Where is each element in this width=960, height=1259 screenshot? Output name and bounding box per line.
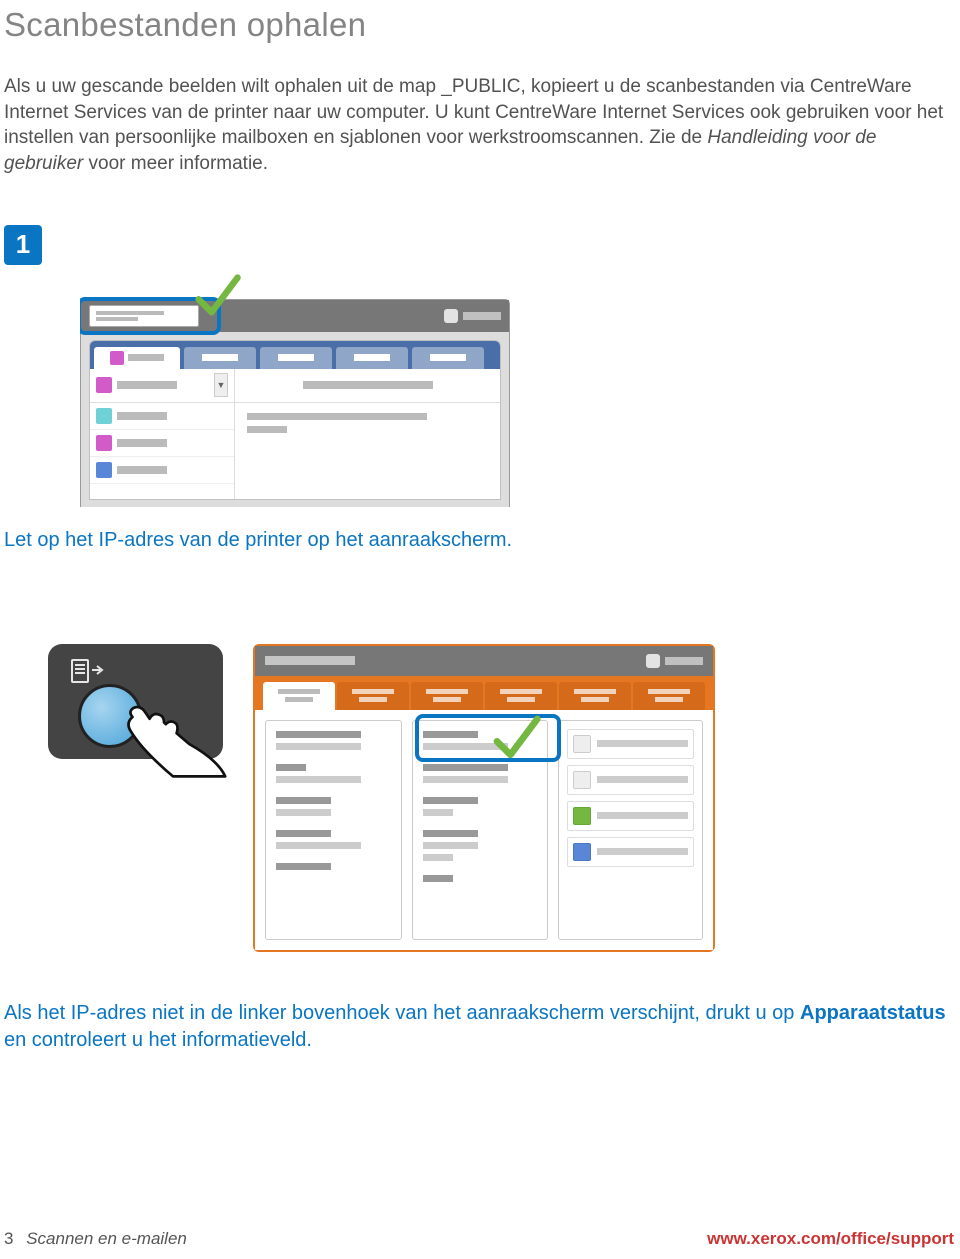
user-indicator bbox=[444, 309, 501, 323]
content-area bbox=[235, 403, 500, 500]
info-panel-left bbox=[265, 720, 402, 940]
user-icon bbox=[444, 309, 458, 323]
image-icon bbox=[573, 843, 591, 861]
step-1-caption: Let op het IP-adres van de printer op he… bbox=[0, 507, 960, 554]
user-indicator bbox=[646, 654, 703, 668]
info-icon bbox=[573, 771, 591, 789]
tab bbox=[336, 347, 408, 369]
checkmark-icon bbox=[190, 269, 244, 323]
tab bbox=[337, 682, 409, 710]
sidebar-list bbox=[90, 403, 235, 500]
list-icon bbox=[573, 735, 591, 753]
option-row bbox=[567, 801, 694, 831]
footer-doc-title: Scannen en e-mailen bbox=[26, 1229, 187, 1248]
tab bbox=[184, 347, 256, 369]
chevron-down-icon: ▼ bbox=[214, 373, 228, 397]
option-row bbox=[567, 765, 694, 795]
checkmark-icon bbox=[488, 710, 544, 766]
page-number: 3 bbox=[4, 1229, 13, 1248]
hand-pointing-icon bbox=[118, 690, 228, 780]
tab-active bbox=[94, 347, 180, 369]
user-label bbox=[665, 657, 703, 665]
touchscreen-illustration-2 bbox=[253, 644, 715, 952]
page-footer: 3 Scannen en e-mailen www.xerox.com/offi… bbox=[0, 1229, 960, 1249]
download-icon bbox=[573, 807, 591, 825]
caption-2-bold: Apparaatstatus bbox=[800, 1002, 946, 1024]
hardware-button-illustration bbox=[48, 644, 223, 759]
footer-url: www.xerox.com/office/support bbox=[707, 1229, 954, 1249]
caption-2-pre: Als het IP-adres niet in de linker boven… bbox=[4, 1002, 800, 1024]
intro-text-2: voor meer informatie. bbox=[83, 153, 268, 174]
dropdown-selector: ▼ bbox=[90, 369, 235, 402]
tab bbox=[633, 682, 705, 710]
tab-active bbox=[263, 682, 335, 710]
step-1-badge: 1 bbox=[4, 225, 42, 265]
tab bbox=[485, 682, 557, 710]
option-row bbox=[567, 729, 694, 759]
intro-paragraph: Als u uw gescande beelden wilt ophalen u… bbox=[0, 44, 960, 177]
tab-bar bbox=[255, 676, 713, 710]
tab-bar bbox=[90, 341, 500, 369]
tab bbox=[411, 682, 483, 710]
user-label bbox=[463, 312, 501, 320]
option-row bbox=[567, 837, 694, 867]
touchscreen-topbar bbox=[255, 646, 713, 676]
touchscreen-illustration-1: ▼ bbox=[80, 269, 510, 507]
step-2-illustration-row bbox=[48, 644, 960, 952]
info-panel-right bbox=[558, 720, 703, 940]
tab bbox=[559, 682, 631, 710]
page-title: Scanbestanden ophalen bbox=[0, 0, 960, 44]
user-icon bbox=[646, 654, 660, 668]
step-2-caption: Als het IP-adres niet in de linker boven… bbox=[0, 980, 960, 1054]
caption-2-post: en controleert u het informatieveld. bbox=[4, 1029, 312, 1051]
tab bbox=[412, 347, 484, 369]
tab bbox=[260, 347, 332, 369]
document-status-icon bbox=[70, 656, 106, 686]
